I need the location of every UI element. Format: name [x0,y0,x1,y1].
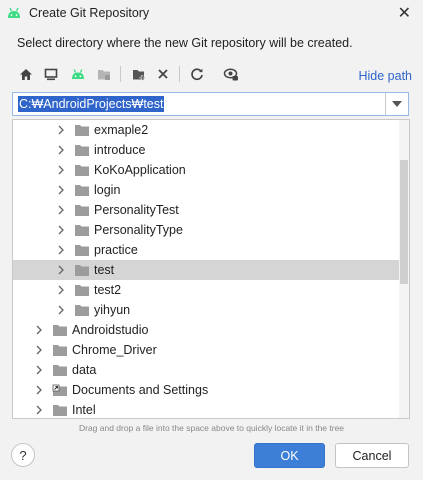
project-folder-icon[interactable] [92,62,116,86]
scrollbar-thumb[interactable] [400,160,408,284]
path-combobox[interactable]: C:₩AndroidProjects₩test [12,92,409,116]
tree-row-label: PersonalityTest [94,203,179,217]
tree-row-label: Intel [72,403,96,417]
chevron-right-icon[interactable] [57,125,65,135]
chevron-right-icon[interactable] [35,385,43,395]
dialog-description: Select directory where the new Git repos… [17,36,353,50]
folder-icon [75,285,89,296]
chevron-right-icon[interactable] [57,225,65,235]
tree-row[interactable]: Chrome_Driver [13,340,399,360]
tree-row[interactable]: practice [13,240,399,260]
toolbar-separator [120,66,121,82]
tree-row[interactable]: KoKoApplication [13,160,399,180]
tree-row[interactable]: Androidstudio [13,320,399,340]
toolbar-separator [179,66,180,82]
folder-icon [75,205,89,216]
folder-icon [75,305,89,316]
chevron-right-icon[interactable] [57,205,65,215]
folder-shortcut-icon [52,384,67,396]
window-title: Create Git Repository [29,6,150,20]
path-input[interactable]: C:₩AndroidProjects₩test [18,96,165,112]
new-folder-icon[interactable] [127,62,151,86]
tree-row-label: exmaple2 [94,123,149,137]
tree-row-label: login [94,183,121,197]
tree-row-label: yihyun [94,303,131,317]
folder-icon [53,365,67,376]
chevron-right-icon[interactable] [35,345,43,355]
chevron-right-icon[interactable] [57,185,65,195]
tree-row[interactable]: PersonalityType [13,220,399,240]
help-button[interactable]: ? [11,443,35,467]
drag-drop-hint: Drag and drop a file into the space abov… [78,423,345,433]
tree-row[interactable]: Intel [13,400,399,418]
folder-icon [75,265,89,276]
chevron-right-icon[interactable] [57,265,65,275]
tree-row[interactable]: Documents and Settings [13,380,399,400]
chevron-right-icon[interactable] [57,305,65,315]
chevron-right-icon[interactable] [57,285,65,295]
ok-button[interactable]: OK [254,443,325,468]
desktop-icon[interactable] [39,62,63,86]
tree-row-label: test2 [94,283,122,297]
folder-icon [53,345,67,356]
folder-icon [53,405,67,416]
tree-row-label: Androidstudio [72,323,149,337]
tree-row-label: test [94,263,115,277]
folder-icon [75,125,89,136]
cancel-button[interactable]: Cancel [335,443,409,468]
chevron-right-icon[interactable] [35,405,43,415]
directory-tree[interactable]: Intel Documents and Settings data Chrome_Dr… [12,119,410,419]
chevron-right-icon[interactable] [35,325,43,335]
tree-row-label: Documents and Settings [72,383,209,397]
android-icon[interactable] [66,62,90,86]
tree-row[interactable]: test [13,260,399,280]
chevron-right-icon[interactable] [57,165,65,175]
show-hidden-icon[interactable] [219,62,243,86]
tree-row[interactable]: PersonalityTest [13,200,399,220]
tree-row-label: data [72,363,97,377]
android-icon [6,6,22,23]
chevron-right-icon[interactable] [57,245,65,255]
chevron-right-icon[interactable] [57,145,65,155]
home-icon[interactable] [14,62,38,86]
tree-row-label: KoKoApplication [94,163,186,177]
tree-row[interactable]: exmaple2 [13,120,399,140]
folder-icon [75,165,89,176]
vertical-scrollbar[interactable] [399,120,409,418]
toolbar [12,62,417,88]
close-icon[interactable]: ✕ [398,3,411,23]
folder-icon [75,145,89,156]
refresh-icon[interactable] [185,62,209,86]
chevron-right-icon[interactable] [35,365,43,375]
folder-icon [75,245,89,256]
tree-row[interactable]: data [13,360,399,380]
delete-icon[interactable] [151,62,175,86]
folder-icon [75,185,89,196]
title-bar: Create Git Repository ✕ [0,0,423,28]
folder-icon [75,225,89,236]
tree-row[interactable]: test2 [13,280,399,300]
folder-icon [53,325,67,336]
hide-path-link[interactable]: Hide path [358,69,412,83]
tree-row[interactable]: yihyun [13,300,399,320]
tree-row-label: introduce [94,143,146,157]
tree-row-label: PersonalityType [94,223,183,237]
tree-row[interactable]: introduce [13,140,399,160]
chevron-down-icon[interactable] [385,93,408,115]
tree-row-label: Chrome_Driver [72,343,157,357]
tree-row-label: practice [94,243,138,257]
tree-row[interactable]: login [13,180,399,200]
